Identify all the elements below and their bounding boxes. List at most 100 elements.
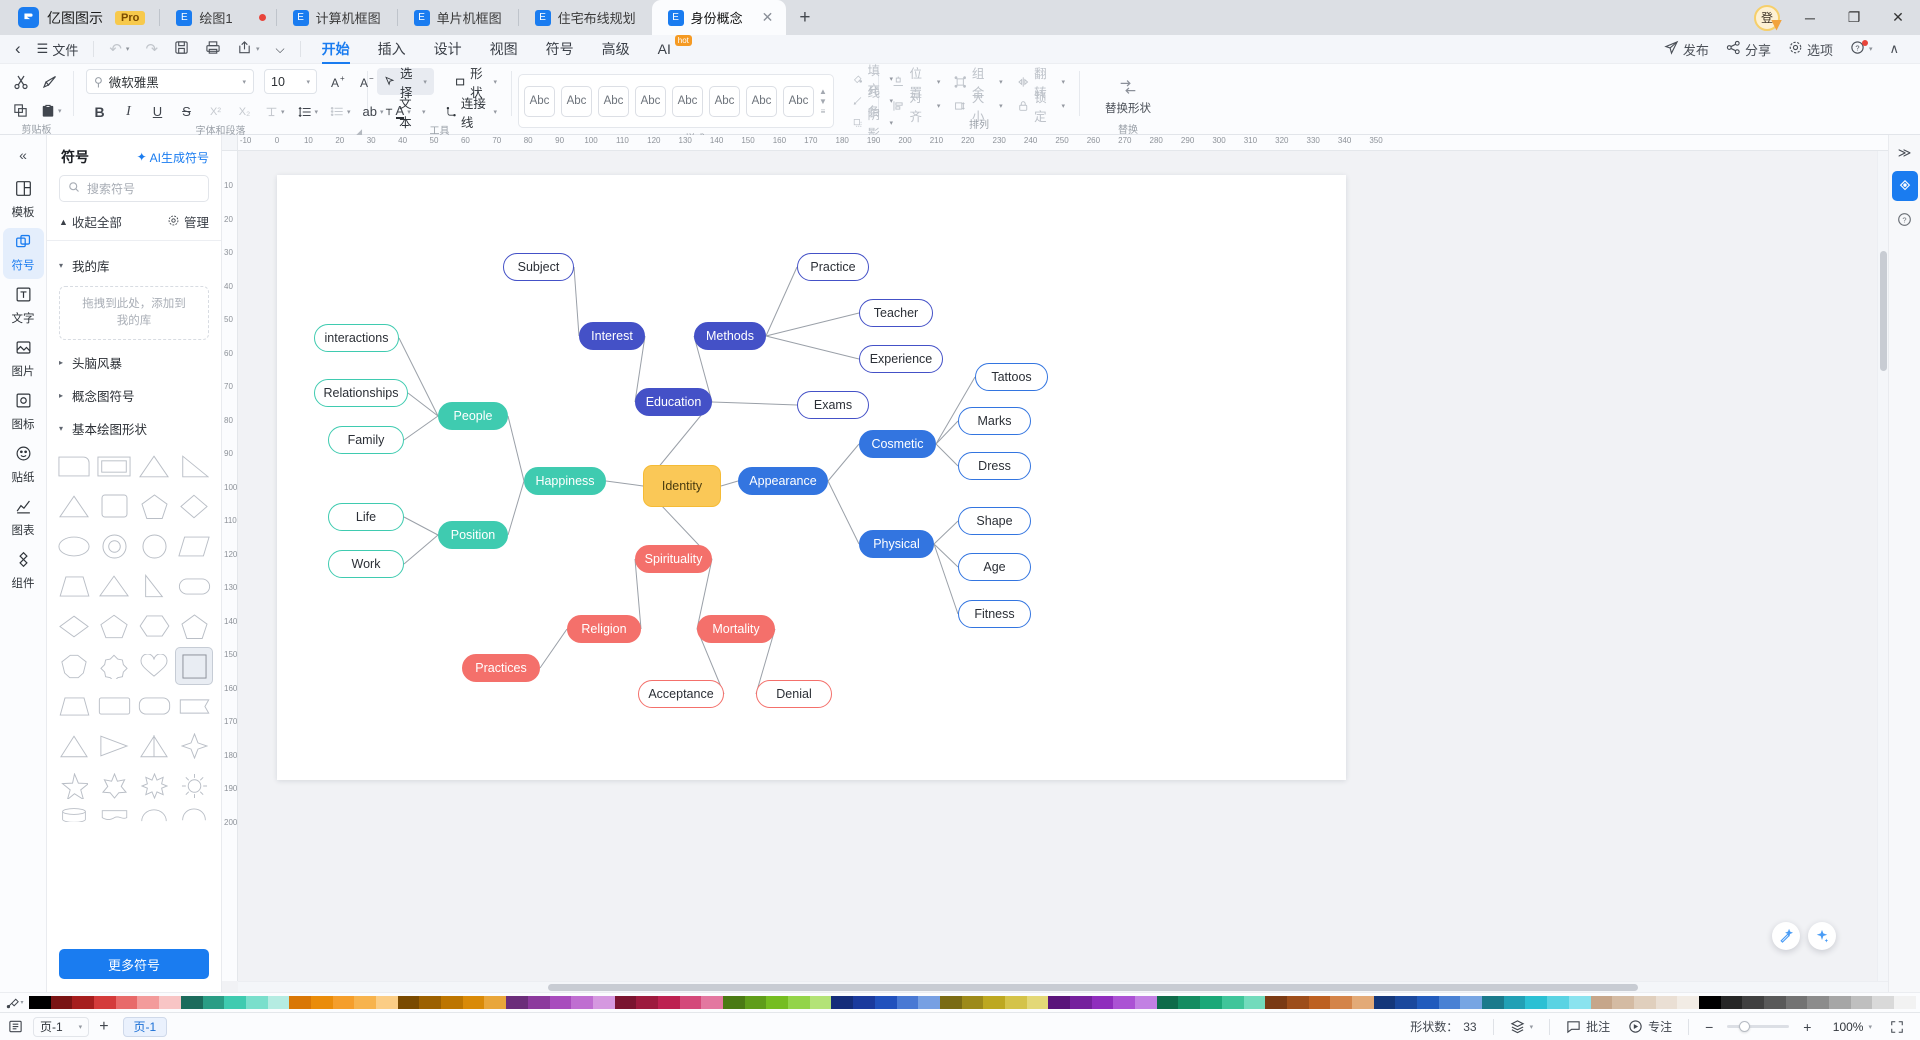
font-size-input[interactable]: 10 ▾ — [264, 69, 317, 94]
zoom-in-button[interactable]: + — [1795, 1013, 1819, 1040]
mindmap-node-interest[interactable]: Interest — [579, 322, 645, 350]
color-swatch[interactable] — [94, 996, 116, 1009]
mindmap-node-interactions[interactable]: interactions — [314, 324, 399, 352]
canvas-viewport[interactable]: Identity Education Appearance Happiness Spir… — [238, 151, 1877, 981]
color-swatch[interactable] — [1438, 996, 1461, 1009]
mindmap-node-fitness[interactable]: Fitness — [958, 600, 1031, 628]
color-swatch[interactable] — [441, 996, 463, 1009]
shape-cylinder[interactable] — [55, 807, 93, 823]
horizontal-ruler[interactable]: -60-50-40-30-20-100102030405060708090100… — [238, 135, 1888, 151]
color-swatch[interactable] — [462, 996, 485, 1009]
color-swatch[interactable] — [1764, 996, 1786, 1009]
style-swatch[interactable]: Abc — [709, 85, 740, 117]
font-family-input[interactable]: ⚲ 微软雅黑 ▾ — [86, 69, 254, 94]
color-swatch[interactable] — [1460, 996, 1483, 1009]
tab-symbol[interactable]: 符号 — [533, 35, 587, 64]
more-symbols-button[interactable]: 更多符号 — [59, 949, 209, 979]
shape-pentagon[interactable] — [135, 487, 173, 525]
color-swatch[interactable] — [1698, 996, 1721, 1009]
color-swatch[interactable] — [1308, 996, 1331, 1009]
color-swatch[interactable] — [1200, 996, 1222, 1009]
publish-button[interactable]: 发布 — [1657, 37, 1716, 62]
expand-gallery-icon[interactable]: ≡ — [821, 107, 826, 116]
color-swatch[interactable] — [419, 996, 442, 1009]
zoom-slider[interactable] — [1727, 1021, 1790, 1032]
color-swatch[interactable] — [874, 996, 897, 1009]
vertical-scrollbar[interactable] — [1877, 151, 1888, 981]
color-swatch[interactable] — [1525, 996, 1548, 1009]
mindmap-node-marks[interactable]: Marks — [958, 407, 1031, 435]
shape-rounded-corner-rect[interactable] — [55, 447, 93, 485]
tab-advanced[interactable]: 高级 — [589, 35, 643, 64]
mindmap-node-education[interactable]: Education — [635, 388, 712, 416]
mindmap-node-happiness[interactable]: Happiness — [524, 467, 606, 495]
help-button[interactable]: ? ▾ — [1843, 37, 1880, 62]
style-swatch[interactable]: Abc — [635, 85, 666, 117]
chevron-down-icon[interactable]: ▾ — [242, 78, 246, 86]
shape-triangle-4[interactable] — [55, 727, 93, 765]
symbol-section-brainstorm[interactable]: ▸ 头脑风暴 — [47, 346, 221, 379]
sidebar-item-chart[interactable]: 图表 — [3, 493, 44, 544]
style-swatch[interactable]: Abc — [524, 85, 555, 117]
mindmap-node-family[interactable]: Family — [328, 426, 404, 454]
select-tool-button[interactable]: 选择 ▾ — [377, 67, 434, 100]
mindmap-node-denial[interactable]: Denial — [756, 680, 832, 708]
shape-parallelogram[interactable] — [175, 527, 213, 565]
color-swatch[interactable] — [853, 996, 875, 1009]
connector-tool-button[interactable]: 连接线 ▾ — [439, 97, 504, 130]
color-swatch[interactable] — [1785, 996, 1808, 1009]
style-swatch[interactable]: Abc — [783, 85, 814, 117]
italic-button[interactable]: I — [115, 98, 142, 125]
shape-cloud[interactable] — [95, 647, 133, 685]
color-swatch[interactable] — [744, 996, 767, 1009]
color-swatch[interactable] — [1677, 996, 1699, 1009]
color-swatch[interactable] — [723, 996, 745, 1009]
sidebar-item-symbol[interactable]: 符号 — [2, 228, 44, 279]
manage-symbols-button[interactable]: 管理 — [167, 212, 209, 231]
shape-rounded-rect-2[interactable] — [95, 687, 133, 725]
fullscreen-button[interactable] — [1882, 1013, 1912, 1040]
color-swatch[interactable] — [245, 996, 268, 1009]
underline-button[interactable]: U — [144, 98, 171, 125]
mindmap-node-shape[interactable]: Shape — [958, 507, 1031, 535]
color-swatch[interactable] — [1004, 996, 1027, 1009]
more-commands-button[interactable]: ⌵ — [269, 37, 292, 62]
layers-button[interactable]: ▾ — [1502, 1013, 1542, 1040]
page-selector[interactable]: 页-1 ▾ — [33, 1016, 90, 1037]
color-swatch[interactable] — [592, 996, 615, 1009]
bullets-button[interactable]: ▾ — [325, 98, 356, 125]
style-swatch[interactable]: Abc — [598, 85, 629, 117]
color-swatch[interactable] — [1590, 996, 1613, 1009]
sidebar-item-template[interactable]: 模板 — [3, 175, 44, 226]
color-swatch[interactable] — [224, 996, 246, 1009]
mindmap-node-methods[interactable]: Methods — [694, 322, 766, 350]
color-swatch[interactable] — [310, 996, 333, 1009]
share-button[interactable]: 分享 — [1719, 37, 1778, 62]
ai-beautify-button[interactable] — [1772, 922, 1800, 950]
color-swatch[interactable] — [983, 996, 1005, 1009]
color-swatch[interactable] — [1395, 996, 1417, 1009]
color-swatch[interactable] — [1221, 996, 1244, 1009]
vertical-scroll-thumb[interactable] — [1880, 251, 1887, 371]
add-page-button[interactable]: + — [91, 1013, 116, 1040]
doc-tab-1[interactable]: E 绘图1 — [160, 0, 248, 35]
shape-spiral[interactable] — [175, 807, 213, 823]
color-swatch[interactable] — [1265, 996, 1287, 1009]
grow-font-button[interactable]: A + — [324, 68, 351, 95]
color-swatch[interactable] — [1243, 996, 1266, 1009]
sidebar-item-sticker[interactable]: 贴纸 — [3, 440, 44, 491]
color-swatch[interactable] — [1894, 996, 1916, 1009]
color-swatch[interactable] — [571, 996, 593, 1009]
horizontal-scroll-thumb[interactable] — [548, 984, 1638, 991]
mindmap-node-age[interactable]: Age — [958, 553, 1031, 581]
format-painter-button[interactable] — [36, 68, 63, 95]
shape-triangle[interactable] — [135, 447, 173, 485]
shape-right-triangle[interactable] — [175, 447, 213, 485]
shape-circle[interactable] — [135, 527, 173, 565]
undo-button[interactable]: ↶ ▾ — [102, 37, 136, 62]
shape-oval[interactable] — [175, 567, 213, 605]
theme-panel-button[interactable] — [1891, 171, 1918, 201]
color-swatch[interactable] — [202, 996, 225, 1009]
replace-shape-button[interactable]: 替换形状 — [1093, 68, 1163, 124]
back-button[interactable]: ‹ — [8, 37, 28, 62]
